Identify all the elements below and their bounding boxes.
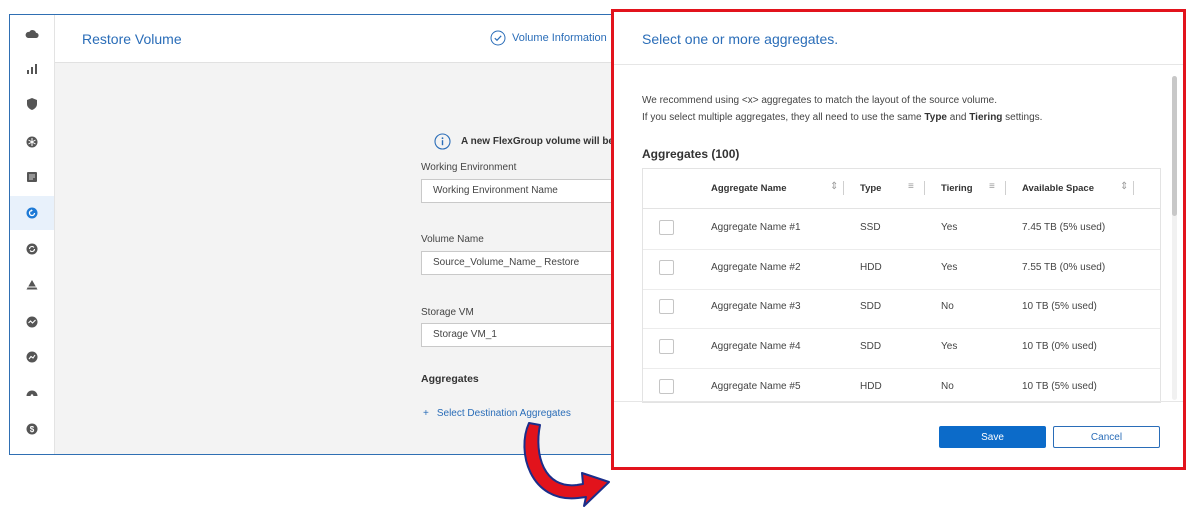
dashboard-gauge-icon[interactable] (10, 376, 54, 410)
column-header-type[interactable]: Type (860, 183, 881, 194)
aggregate-name-cell: Aggregate Name #2 (711, 262, 801, 273)
scrollbar-thumb[interactable] (1172, 76, 1177, 216)
restore-icon[interactable] (10, 196, 54, 230)
info-text: A new FlexGroup volume will be (461, 136, 614, 147)
tiering-cell: Yes (941, 262, 958, 273)
footer-divider (614, 401, 1183, 402)
settings-note-prefix: If you select multiple aggregates, they … (642, 112, 925, 123)
aggregates-table: Aggregate Name ⇕ Type ≡ Tiering ≡ Availa… (642, 168, 1161, 403)
column-header-available-space[interactable]: Available Space (1022, 183, 1094, 194)
column-divider (1005, 181, 1006, 195)
storage-vm-field[interactable]: Storage VM_1 (421, 323, 616, 347)
type-cell: HDD (860, 262, 882, 273)
row-checkbox[interactable] (659, 299, 674, 314)
recommendation-text: We recommend using <x> aggregates to mat… (642, 95, 998, 106)
table-row[interactable]: Aggregate Name #3 SDD No 10 TB (5% used) (643, 288, 1160, 329)
tiering-cell: Yes (941, 341, 958, 352)
table-header: Aggregate Name ⇕ Type ≡ Tiering ≡ Availa… (643, 169, 1160, 209)
aggregate-name-cell: Aggregate Name #3 (711, 301, 801, 312)
storage-vm-label: Storage VM (421, 307, 474, 318)
type-cell: SDD (860, 301, 882, 312)
available-space-cell: 10 TB (5% used) (1022, 381, 1097, 392)
settings-note-suffix: settings. (1002, 112, 1043, 123)
available-space-cell: 7.55 TB (0% used) (1022, 262, 1106, 273)
available-space-cell: 10 TB (0% used) (1022, 341, 1097, 352)
cancel-button[interactable]: Cancel (1053, 426, 1160, 448)
tiering-cell: No (941, 301, 954, 312)
type-cell: SSD (860, 222, 881, 233)
column-header-tiering[interactable]: Tiering (941, 183, 973, 194)
header-bar: Restore Volume Volume Information (55, 15, 616, 63)
row-checkbox[interactable] (659, 379, 674, 394)
info-banner: A new FlexGroup volume will be (434, 133, 614, 150)
filter-icon[interactable]: ≡ (989, 181, 995, 192)
cloud-icon[interactable] (10, 17, 54, 51)
row-checkbox[interactable] (659, 260, 674, 275)
select-aggregates-dialog: Select one or more aggregates. We recomm… (611, 9, 1186, 470)
dialog-scrollbar[interactable] (1172, 76, 1177, 400)
column-divider (1133, 181, 1134, 195)
wizard-step[interactable]: Volume Information (490, 30, 607, 46)
settings-note-and: and (947, 112, 970, 123)
step-label: Volume Information (512, 32, 607, 44)
aggregate-name-cell: Aggregate Name #4 (711, 341, 801, 352)
aggregates-count-title: Aggregates (100) (642, 147, 740, 161)
table-row[interactable]: Aggregate Name #4 SDD Yes 10 TB (0% used… (643, 328, 1160, 369)
tiering-cell: No (941, 381, 954, 392)
working-environment-field[interactable]: Working Environment Name (421, 179, 616, 203)
sort-icon[interactable]: ⇕ (1120, 181, 1128, 192)
snowflake-icon[interactable] (10, 125, 54, 159)
dollar-icon[interactable]: $ (10, 412, 54, 446)
table-row[interactable]: Aggregate Name #2 HDD Yes 7.55 TB (0% us… (643, 249, 1160, 290)
aggregate-name-cell: Aggregate Name #5 (711, 381, 801, 392)
save-button[interactable]: Save (939, 426, 1046, 448)
plus-icon: + (423, 408, 429, 419)
type-cell: SDD (860, 341, 882, 352)
analytics-icon[interactable] (10, 340, 54, 374)
aggregate-name-cell: Aggregate Name #1 (711, 222, 801, 233)
dialog-header: Select one or more aggregates. (614, 12, 1183, 65)
volume-name-label: Volume Name (421, 234, 484, 245)
column-divider (924, 181, 925, 195)
settings-note-tiering: Tiering (969, 112, 1003, 123)
page-title: Restore Volume (82, 31, 182, 47)
shield-icon[interactable] (10, 87, 54, 121)
curved-arrow-icon (523, 422, 610, 507)
restore-volume-window: $ Restore Volume Volume Information A ne… (9, 14, 617, 455)
row-checkbox[interactable] (659, 339, 674, 354)
column-header-aggregate-name[interactable]: Aggregate Name (711, 183, 787, 194)
check-circle-icon (490, 30, 506, 46)
tiering-icon[interactable] (10, 268, 54, 302)
available-space-cell: 10 TB (5% used) (1022, 301, 1097, 312)
sidebar: $ (10, 15, 55, 454)
dialog-title: Select one or more aggregates. (642, 31, 839, 47)
working-environment-label: Working Environment (421, 162, 517, 173)
volume-name-field[interactable]: Source_Volume_Name_ Restore (421, 251, 616, 275)
sort-icon[interactable]: ⇕ (830, 181, 838, 192)
chart-bars-icon[interactable] (10, 52, 54, 86)
table-row[interactable]: Aggregate Name #5 HDD No 10 TB (5% used) (643, 368, 1160, 402)
filter-icon[interactable]: ≡ (908, 181, 914, 192)
settings-note-type: Type (924, 112, 947, 123)
info-icon (434, 133, 451, 150)
row-checkbox[interactable] (659, 220, 674, 235)
svg-text:$: $ (30, 425, 35, 434)
aggregates-section-label: Aggregates (421, 373, 479, 385)
settings-note: If you select multiple aggregates, they … (642, 112, 1042, 123)
available-space-cell: 7.45 TB (5% used) (1022, 222, 1106, 233)
column-divider (843, 181, 844, 195)
document-icon[interactable] (10, 160, 54, 194)
type-cell: HDD (860, 381, 882, 392)
monitoring-icon[interactable] (10, 305, 54, 339)
table-row[interactable]: Aggregate Name #1 SSD Yes 7.45 TB (5% us… (643, 209, 1160, 250)
tiering-cell: Yes (941, 222, 958, 233)
sync-icon[interactable] (10, 232, 54, 266)
